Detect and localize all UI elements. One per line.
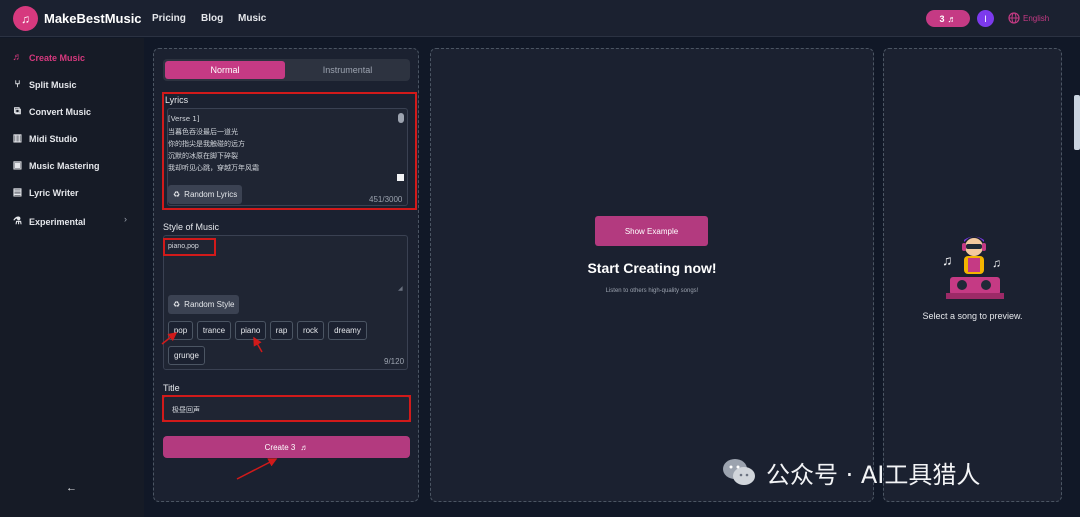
annotation-arrow	[253, 336, 263, 353]
start-subtext: Listen to others high-quality songs!	[605, 288, 699, 294]
start-heading: Start Creating now!	[587, 260, 717, 276]
dj-illustration-icon: ♫ ♫	[942, 236, 1004, 299]
preview-hint: Select a song to preview.	[922, 311, 1023, 321]
watermark: 公众号 · AI工具猎人	[722, 455, 980, 489]
svg-text:♫: ♫	[942, 252, 953, 268]
annotation-arrow	[161, 332, 178, 345]
svg-text:♫: ♫	[992, 256, 1001, 270]
annotation-arrows	[161, 332, 278, 480]
annotation-arrow	[236, 458, 278, 480]
show-example-button[interactable]: Show Example	[595, 216, 708, 246]
page-scrollbar[interactable]	[1074, 95, 1080, 150]
wechat-icon	[723, 459, 755, 485]
watermark-text: 公众号 · AI工具猎人	[766, 460, 981, 489]
